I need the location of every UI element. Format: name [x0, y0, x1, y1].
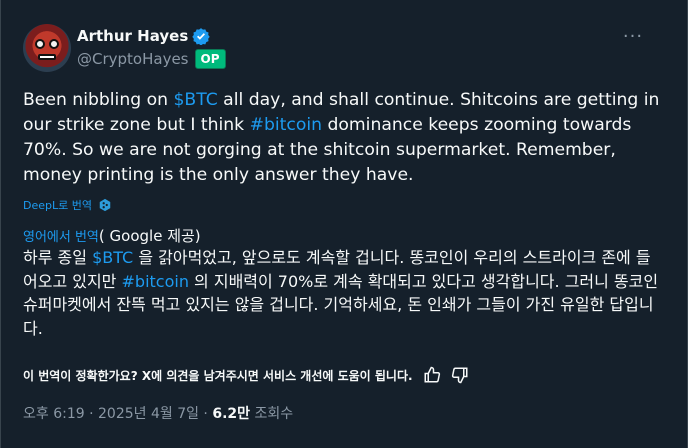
avatar[interactable] — [23, 24, 71, 72]
translated-text-segment: 하루 종일 — [23, 248, 93, 267]
translation-provider: ( Google 제공) — [98, 227, 201, 245]
hashtag-bitcoin[interactable]: #bitcoin — [122, 272, 189, 291]
verified-badge-icon — [192, 27, 210, 45]
deepl-icon — [98, 198, 112, 212]
tweet-text: Been nibbling on $BTC all day, and shall… — [23, 88, 663, 188]
translated-text: 하루 종일 $BTC 을 갉아먹었고, 앞으로도 계속할 겁니다. 똥코인이 우… — [23, 246, 663, 340]
deepl-label: DeepL로 번역 — [23, 199, 92, 212]
translation-source-lang: 영어에서 번역 — [23, 230, 99, 245]
handle-row: @CryptoHayes OP — [77, 49, 226, 69]
view-count: 6.2만 — [212, 406, 251, 422]
tweet-text-segment: Been nibbling on — [23, 90, 174, 110]
more-dots-icon[interactable]: ··· — [621, 26, 645, 47]
author-handle[interactable]: @CryptoHayes — [77, 50, 189, 68]
cashtag-btc[interactable]: $BTC — [173, 90, 217, 110]
avatar-eye — [49, 39, 59, 49]
timestamp[interactable]: 오후 6:19 · 2025년 4월 7일 · — [23, 406, 212, 422]
op-badge: OP — [194, 49, 226, 69]
author-name-row[interactable]: Arthur Hayes — [77, 27, 210, 45]
cashtag-btc[interactable]: $BTC — [92, 248, 133, 267]
tweet-card: Arthur Hayes @CryptoHayes OP ··· Been ni… — [0, 0, 688, 448]
author-name[interactable]: Arthur Hayes — [77, 27, 188, 45]
thumbs-down-icon[interactable] — [451, 366, 469, 384]
avatar-mouth — [38, 54, 56, 60]
translation-feedback: 이 번역이 정확한가요? X에 의견을 남겨주시면 서비스 개선에 도움이 됩니… — [23, 366, 469, 384]
feedback-question: 이 번역이 정확한가요? X에 의견을 남겨주시면 서비스 개선에 도움이 됩니… — [23, 368, 413, 383]
view-label: 조회수 — [250, 406, 294, 422]
deepl-translate-link[interactable]: DeepL로 번역 — [23, 197, 112, 213]
translation-header: 영어에서 번역( Google 제공) — [23, 225, 201, 246]
tweet-meta: 오후 6:19 · 2025년 4월 7일 · 6.2만 조회수 — [23, 403, 293, 423]
avatar-eye — [35, 39, 45, 49]
hashtag-bitcoin[interactable]: #bitcoin — [250, 115, 322, 135]
thumbs-up-icon[interactable] — [423, 366, 441, 384]
